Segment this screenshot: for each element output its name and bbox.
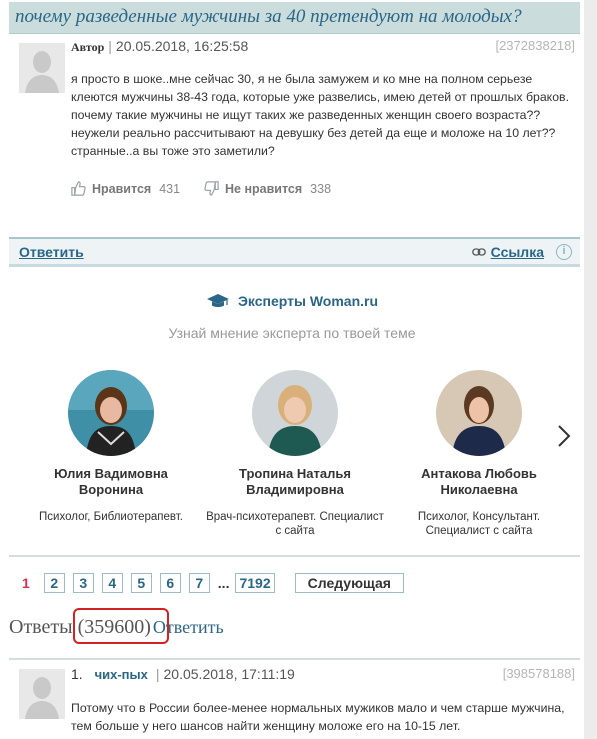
dislike-label: Не нравится: [225, 181, 303, 196]
expert-name: Тропина Наталья Владимировна: [239, 466, 351, 497]
expert-role: Психолог, Консультант. Специалист с сайт…: [417, 511, 541, 537]
page-link[interactable]: 4: [101, 573, 123, 593]
answers-divider: [9, 658, 580, 660]
like-button[interactable]: Нравится 431: [70, 180, 180, 197]
pagination-ellipsis: ...: [217, 575, 230, 591]
expert-card[interactable]: Юлия Вадимовна Воронина Психолог, Библио…: [21, 370, 201, 524]
post-author-label: Автор: [71, 40, 105, 54]
info-icon[interactable]: i: [556, 244, 572, 260]
expert-name: Юлия Вадимовна Воронина: [54, 466, 168, 497]
like-label: Нравится: [92, 181, 152, 196]
answers-count: (359600): [72, 608, 169, 644]
dislike-count: 338: [310, 181, 332, 196]
experts-subtitle: Узнай мнение эксперта по твоей теме: [168, 325, 416, 341]
section-divider: [9, 555, 580, 557]
chain-link-icon: [471, 248, 486, 256]
permalink-label: Ссылка: [490, 244, 544, 260]
topic-title: почему разведенные мужчины за 40 претенд…: [15, 6, 522, 27]
post-id: [2372838218]: [495, 38, 575, 53]
reply-text: Потому что в России более-менее нормальн…: [71, 701, 565, 733]
answers-heading: Ответы (359600) Ответить: [9, 608, 224, 644]
expert-name: Антакова Любовь Николаевна: [421, 466, 537, 497]
forum-page: почему разведенные мужчины за 40 претенд…: [0, 0, 584, 739]
expert-role: Психолог, Библиотерапевт.: [39, 511, 183, 523]
answers-label: Ответы: [9, 616, 73, 638]
pagination: 1 2 3 4 5 6 7 ... 7192 Следующая: [22, 573, 404, 593]
experts-title: Эксперты Woman.ru: [237, 293, 379, 309]
scrollbar-track[interactable]: [584, 0, 597, 739]
user-silhouette-icon: [19, 669, 65, 719]
topic-title-bar: почему разведенные мужчины за 40 претенд…: [9, 2, 580, 34]
graduation-cap-icon: [206, 294, 229, 307]
thumbs-down-icon: [204, 181, 219, 196]
last-page-link[interactable]: 7192: [235, 573, 275, 593]
reply-id: [398578188]: [502, 666, 575, 681]
expert-role: Врач-психотерапевт. Специалист с сайта: [206, 511, 384, 537]
like-count: 431: [159, 181, 181, 196]
dislike-button[interactable]: Не нравится 338: [203, 180, 331, 197]
next-page-button[interactable]: Следующая: [294, 573, 404, 593]
page-link[interactable]: 6: [159, 573, 181, 593]
reply-author[interactable]: чих-пых: [95, 667, 148, 682]
permalink[interactable]: Ссылка: [471, 244, 544, 260]
reply-date: 20.05.2018, 17:11:19: [163, 666, 295, 682]
highlight-circle: [72, 608, 169, 644]
chevron-right-icon[interactable]: [555, 424, 573, 448]
post-meta: Автор | 20.05.2018, 16:25:58: [71, 38, 249, 54]
reply-number: 1.: [71, 666, 83, 682]
post-action-bar: Ответить Ссылка i: [9, 237, 580, 267]
page-link[interactable]: 3: [72, 573, 94, 593]
experts-heading[interactable]: Эксперты Woman.ru: [0, 293, 584, 309]
expert-photo: [436, 370, 522, 456]
post-text: я просто в шоке..мне сейчас 30, я не был…: [71, 72, 569, 158]
reply-avatar: [19, 669, 65, 719]
current-page: 1: [22, 575, 30, 591]
author-avatar: [19, 43, 65, 93]
reply-link[interactable]: Ответить: [19, 244, 84, 260]
page-link[interactable]: 5: [130, 573, 152, 593]
user-silhouette-icon: [19, 43, 65, 93]
expert-photo: [252, 370, 338, 456]
post-date: 20.05.2018, 16:25:58: [115, 38, 249, 54]
page-link[interactable]: 2: [43, 573, 65, 593]
expert-card[interactable]: Антакова Любовь Николаевна Психолог, Кон…: [389, 370, 569, 538]
expert-photo: [68, 370, 154, 456]
reply-meta: 1. чих-пых | 20.05.2018, 17:11:19: [71, 666, 295, 682]
page-link[interactable]: 7: [188, 573, 210, 593]
thumbs-up-icon: [71, 181, 86, 196]
expert-card[interactable]: Тропина Наталья Владимировна Врач-психот…: [205, 370, 385, 538]
